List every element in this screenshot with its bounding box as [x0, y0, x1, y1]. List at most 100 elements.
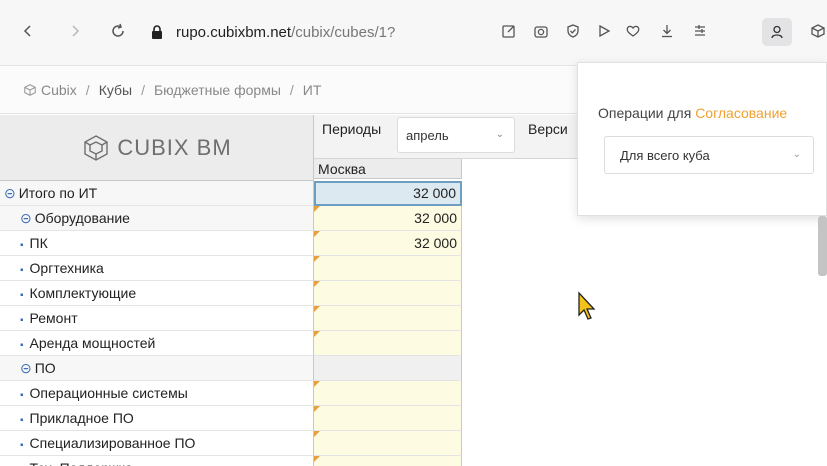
row-label-text: Итого по ИТ: [18, 185, 98, 201]
row-label[interactable]: ▪Тех. Поддержка: [0, 456, 314, 466]
breadcrumb-separator: /: [141, 81, 145, 98]
bullet-icon: ▪: [20, 340, 24, 351]
forward-icon[interactable]: [64, 20, 86, 42]
cell-comment-marker: [314, 281, 320, 287]
row-label-text: Аренда мощностей: [29, 335, 156, 351]
url-path: /cubix/cubes/1?: [291, 23, 396, 41]
value-cell-text: 32 000: [414, 235, 457, 251]
profile-icon: [771, 25, 783, 39]
cell-comment-marker: [314, 431, 320, 437]
bullet-icon: ▪: [20, 290, 24, 301]
collections-icon[interactable]: [688, 19, 712, 43]
cell-comment-marker: [314, 206, 320, 212]
camera-icon[interactable]: [529, 19, 553, 43]
row-label[interactable]: ▪ Операционные системы: [0, 381, 314, 406]
value-cell[interactable]: [314, 281, 462, 306]
row-label[interactable]: ▪ Оргтехника: [0, 256, 314, 281]
row-label[interactable]: ▪ Комплектующие: [0, 281, 314, 306]
profile-button[interactable]: [762, 18, 792, 46]
collapse-icon[interactable]: ⊝: [4, 185, 16, 201]
value-cell[interactable]: [314, 306, 462, 331]
row-label[interactable]: ▪ Ремонт: [0, 306, 314, 331]
collapse-icon[interactable]: ⊝: [20, 360, 32, 376]
row-label[interactable]: ▪ Прикладное ПО: [0, 406, 314, 431]
periods-label: Периоды: [322, 121, 382, 137]
browser-toolbar: rupo.cubixbm.net/cubix/cubes/1?: [0, 0, 827, 66]
cell-comment-marker: [314, 331, 320, 337]
back-icon[interactable]: [17, 20, 39, 42]
breadcrumb-item-cubix[interactable]: Cubix: [41, 82, 77, 98]
download-icon[interactable]: [655, 19, 679, 43]
address-bar[interactable]: rupo.cubixbm.net/cubix/cubes/1?: [150, 18, 395, 46]
edit-page-icon[interactable]: [497, 19, 521, 43]
extensions-icon[interactable]: [806, 19, 827, 43]
collapse-icon[interactable]: ⊝: [20, 210, 32, 226]
cube-icon: [84, 134, 109, 161]
heart-icon[interactable]: [621, 19, 645, 43]
value-cell[interactable]: [314, 456, 462, 466]
row-label-text: ПО: [34, 360, 56, 376]
operations-scope-value: Для всего куба: [620, 147, 710, 163]
value-cell[interactable]: [314, 356, 462, 381]
breadcrumb-item-it: ИТ: [302, 81, 322, 98]
breadcrumb-separator: /: [289, 81, 294, 98]
lock-icon: [152, 25, 162, 39]
popup-title-prefix: Операции для: [598, 105, 696, 121]
chevron-down-icon: ⌄: [792, 149, 801, 160]
value-cell[interactable]: 32 000: [314, 231, 462, 256]
popup-title-accent[interactable]: Согласование: [695, 105, 787, 121]
mouse-cursor-icon: [578, 291, 596, 320]
play-icon[interactable]: [592, 19, 616, 43]
period-select-value: апрель: [406, 127, 449, 143]
operations-scope-select[interactable]: Для всего куба ⌄: [604, 136, 814, 174]
value-cell[interactable]: [314, 381, 462, 406]
operations-popup: Операции для Согласование Для всего куба…: [577, 62, 827, 216]
value-cell[interactable]: [314, 331, 462, 356]
value-cell[interactable]: [314, 431, 462, 456]
value-cell[interactable]: [314, 256, 462, 281]
bullet-icon: ▪: [20, 390, 24, 401]
breadcrumb-separator: /: [85, 81, 90, 98]
value-cell[interactable]: 32 000: [314, 181, 462, 206]
column-header: Москва: [314, 159, 462, 179]
row-label-text: Тех. Поддержка: [30, 460, 133, 466]
bullet-icon: ▪: [20, 415, 24, 426]
reload-icon[interactable]: [107, 20, 129, 42]
value-cell[interactable]: 32 000: [314, 206, 462, 231]
cell-comment-marker: [314, 231, 320, 237]
row-label[interactable]: ⊝ ПО: [0, 356, 314, 381]
cell-comment-marker: [314, 306, 320, 312]
row-label[interactable]: ⊝ Итого по ИТ: [0, 181, 314, 206]
row-label-text: Специализированное ПО: [29, 435, 196, 451]
version-label: Верси: [528, 121, 568, 137]
row-label-text: ПК: [29, 235, 48, 251]
breadcrumb-item-cubes[interactable]: Кубы: [99, 82, 132, 98]
row-label[interactable]: ▪ Аренда мощностей: [0, 331, 314, 356]
breadcrumb-item-budget-forms[interactable]: Бюджетные формы: [154, 82, 281, 98]
row-label-text: Ремонт: [29, 310, 78, 326]
row-label[interactable]: ▪ ПК: [0, 231, 314, 256]
value-cell-text: 32 000: [413, 185, 456, 201]
bullet-icon: ▪: [20, 440, 24, 451]
url-domain: rupo.cubixbm.net: [176, 23, 292, 41]
popup-title: Операции для Согласование: [598, 105, 787, 121]
period-select[interactable]: апрель ⌄: [397, 117, 515, 153]
row-label-text: Операционные системы: [29, 385, 188, 401]
row-label-text: Оборудование: [34, 210, 130, 226]
cell-comment-marker: [314, 406, 320, 412]
row-label[interactable]: ⊝ Оборудование: [0, 206, 314, 231]
bullet-icon: ▪: [20, 240, 24, 251]
logo-text: CUBIX BM: [117, 134, 232, 160]
cell-comment-marker: [314, 456, 320, 462]
value-cell-text: 32 000: [414, 210, 457, 226]
scrollbar[interactable]: [818, 216, 827, 276]
shield-icon[interactable]: [561, 19, 585, 43]
row-label[interactable]: ▪ Специализированное ПО: [0, 431, 314, 456]
chevron-down-icon: ⌄: [495, 129, 504, 140]
row-label-text: Комплектующие: [29, 285, 137, 301]
bullet-icon: ▪: [20, 265, 24, 276]
cell-comment-marker: [314, 381, 320, 387]
cube-icon: [24, 83, 36, 96]
cell-comment-marker: [314, 256, 320, 262]
value-cell[interactable]: [314, 406, 462, 431]
